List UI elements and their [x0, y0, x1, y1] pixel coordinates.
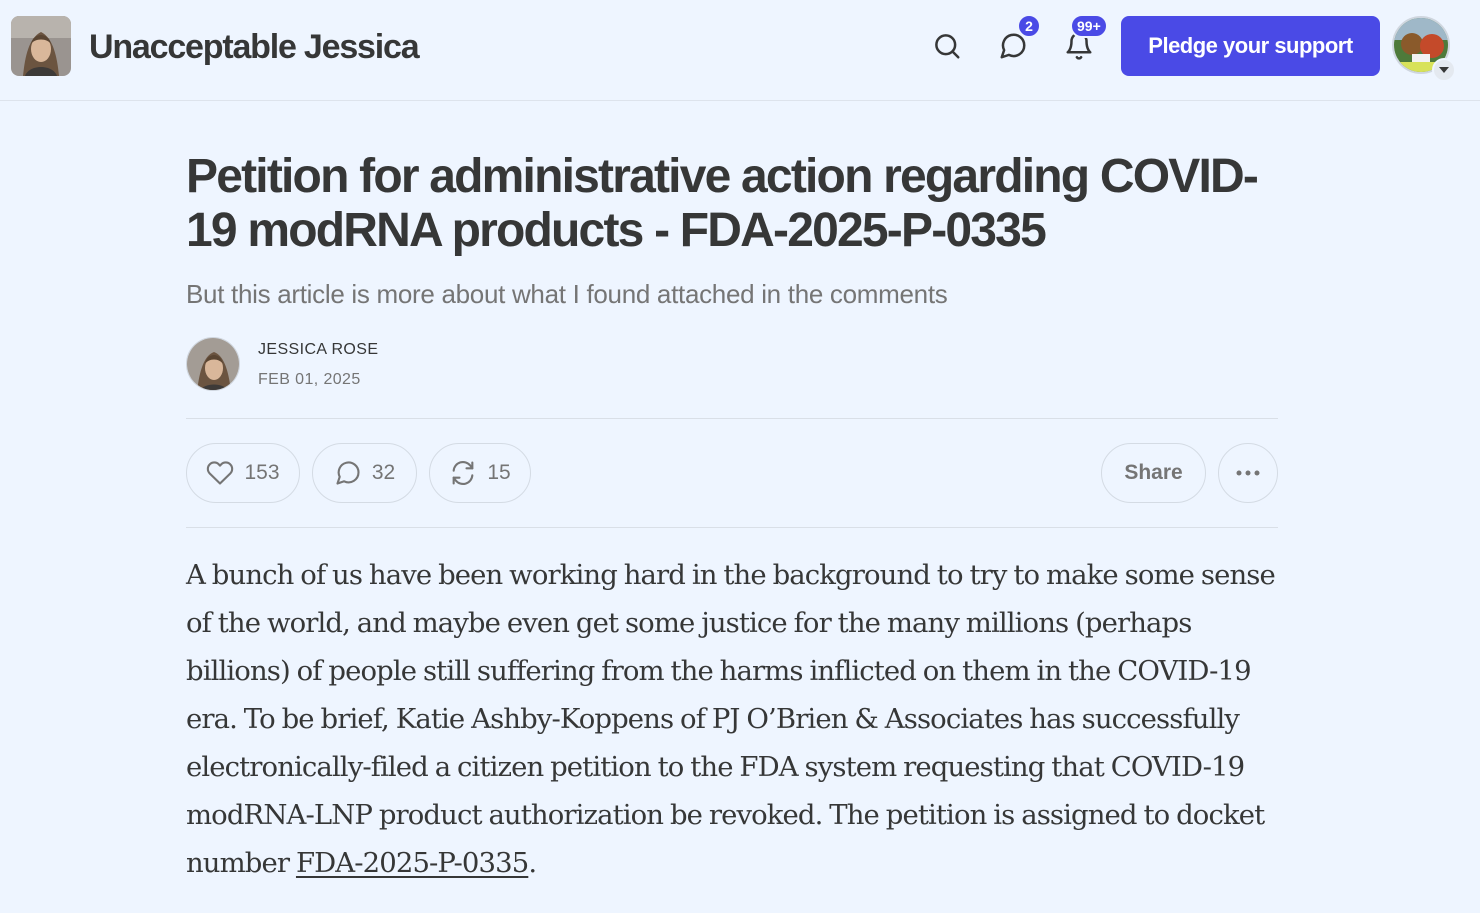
author-name[interactable]: JESSICA ROSE: [258, 340, 378, 360]
post-date: FEB 01, 2025: [258, 371, 361, 388]
post-body-paragraph: A bunch of us have been working hard in …: [186, 551, 1281, 887]
publication-logo[interactable]: [11, 16, 71, 76]
search-icon: [935, 34, 960, 59]
chevron-down-icon: [1439, 67, 1449, 73]
comment-icon: [336, 461, 360, 485]
share-button[interactable]: Share: [1101, 443, 1206, 503]
restack-button[interactable]: 15: [429, 443, 531, 503]
like-button[interactable]: 153: [186, 443, 300, 503]
top-navigation-bar: Unacceptable Jessica 2 99+ Pledge your s…: [0, 0, 1480, 101]
body-text-end: .: [528, 847, 537, 879]
heart-icon: [207, 461, 234, 485]
share-label: Share: [1124, 461, 1183, 484]
comments-button[interactable]: 32: [312, 443, 417, 503]
restack-icon: [452, 461, 474, 485]
account-menu-toggle[interactable]: [1432, 58, 1456, 82]
search-button[interactable]: [927, 26, 967, 66]
comment-count: 32: [371, 461, 396, 484]
restack-count: 15: [487, 461, 511, 484]
divider-top: [186, 418, 1278, 419]
post-title: Petition for administrative action regar…: [186, 150, 1259, 257]
publication-name[interactable]: Unacceptable Jessica: [89, 26, 420, 68]
body-text: A bunch of us have been working hard in …: [186, 559, 1276, 879]
chat-badge: 2: [1017, 14, 1041, 38]
divider-bottom: [186, 527, 1278, 528]
post-subtitle: But this article is more about what I fo…: [186, 279, 948, 309]
more-options-button[interactable]: [1218, 443, 1278, 503]
more-icon: [1236, 470, 1260, 476]
docket-link[interactable]: FDA-2025-P-0335: [296, 847, 529, 879]
author-avatar[interactable]: [186, 337, 240, 391]
pledge-support-button[interactable]: Pledge your support: [1121, 16, 1380, 76]
notifications-badge: 99+: [1070, 14, 1108, 38]
like-count: 153: [244, 461, 280, 484]
